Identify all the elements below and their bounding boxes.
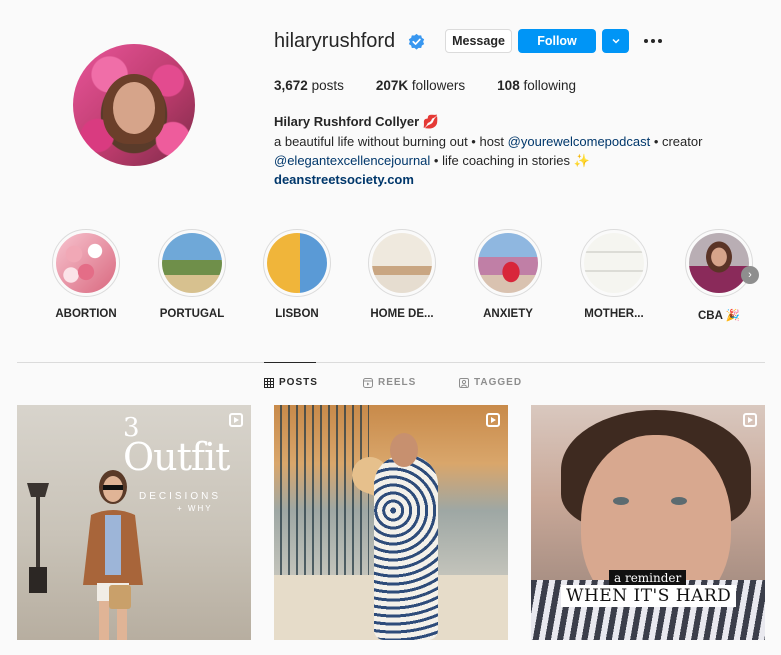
post-tile-reminder[interactable]: a reminder WHEN IT'S HARD <box>531 405 765 640</box>
reels-icon <box>363 377 373 388</box>
tab-reels[interactable]: REELS <box>363 377 416 388</box>
overlay-subtitle: DECISIONS <box>139 491 222 502</box>
profile-avatar[interactable] <box>73 44 195 166</box>
caption-top: a reminder <box>609 570 687 586</box>
follow-button[interactable]: Follow <box>518 29 596 53</box>
chevron-down-icon <box>611 38 620 44</box>
reel-icon <box>229 413 243 427</box>
highlight-label: HOME DE... <box>370 308 434 320</box>
highlight-portugal[interactable]: PORTUGAL <box>147 229 237 320</box>
posts-label: posts <box>311 78 344 93</box>
highlight-cover <box>162 233 222 293</box>
highlight-abortion[interactable]: ABORTION <box>41 229 131 320</box>
story-highlights: ABORTION PORTUGAL LISBON HOME DE... ANXI… <box>0 229 781 329</box>
avatar-face <box>113 82 155 134</box>
highlight-lisbon[interactable]: LISBON <box>252 229 342 320</box>
highlight-label: PORTUGAL <box>159 308 225 320</box>
bio-text: • creator <box>650 134 703 149</box>
highlight-label: MOTHER... <box>584 308 644 320</box>
overlay-title: Outfit <box>123 435 230 479</box>
reel-icon <box>743 413 757 427</box>
tab-posts[interactable]: POSTS <box>264 377 318 388</box>
bio-line-1: a beautiful life without burning out • h… <box>274 134 702 149</box>
highlight-label: LISBON <box>275 308 319 320</box>
website-link[interactable]: deanstreetsociety.com <box>274 172 414 187</box>
grid-icon <box>264 377 274 388</box>
profile-username: hilaryrushford <box>274 30 396 52</box>
verified-badge-icon <box>408 33 425 50</box>
profile-stats: 3,672 posts 207K followers 108 following <box>274 78 608 93</box>
journal-mention-link[interactable]: @elegantexcellencejournal <box>274 153 430 168</box>
highlight-cover <box>372 233 432 293</box>
highlight-cover <box>56 233 116 293</box>
tab-label: TAGGED <box>474 377 523 388</box>
active-tab-indicator <box>264 362 316 363</box>
post-tile-outfit-decisions[interactable]: 3 Outfit DECISIONS + WHY <box>17 405 251 640</box>
posts-count-stat: 3,672 posts <box>274 78 344 93</box>
profile-full-name: Hilary Rushford Collyer 💋 <box>274 114 439 129</box>
followers-count: 207K <box>375 78 409 93</box>
highlight-label: CBA 🎉 <box>697 310 740 322</box>
tab-label: POSTS <box>279 377 318 388</box>
tab-label: REELS <box>378 377 417 388</box>
bio-line-2: @elegantexcellencejournal • life coachin… <box>274 153 590 169</box>
post-tile-floral-dress[interactable] <box>274 405 508 640</box>
tagged-icon <box>459 377 469 388</box>
highlight-cover <box>689 233 749 293</box>
highlight-label: ANXIETY <box>483 308 533 320</box>
following-label: following <box>523 78 576 93</box>
bio-text: • life coaching in stories ✨ <box>430 153 590 168</box>
followers-stat[interactable]: 207K followers <box>376 78 465 93</box>
head-illustration <box>390 433 418 467</box>
highlight-home-decor[interactable]: HOME DE... <box>357 229 447 320</box>
dress-illustration <box>374 455 438 640</box>
eye-illustration <box>613 497 629 505</box>
lamp-illustration <box>25 483 51 593</box>
posts-count: 3,672 <box>274 78 308 93</box>
following-count: 108 <box>497 78 520 93</box>
tabs-divider <box>17 362 765 363</box>
eye-illustration <box>671 497 687 505</box>
caption-bottom: WHEN IT'S HARD <box>561 585 737 607</box>
followers-label: followers <box>411 78 466 93</box>
highlight-anxiety[interactable]: ANXIETY <box>463 229 553 320</box>
highlight-motherhood[interactable]: MOTHER... <box>569 229 659 320</box>
chevron-right-icon[interactable]: › <box>741 266 759 284</box>
highlight-cover <box>267 233 327 293</box>
overlay-subtitle-2: + WHY <box>177 504 213 513</box>
tab-tagged[interactable]: TAGGED <box>459 377 522 388</box>
podcast-mention-link[interactable]: @yourewelcomepodcast <box>508 134 651 149</box>
message-button[interactable]: Message <box>445 29 512 53</box>
following-stat[interactable]: 108 following <box>497 78 576 93</box>
highlight-label: ABORTION <box>55 308 117 320</box>
bio-text: a beautiful life without burning out • h… <box>274 134 508 149</box>
more-options-icon[interactable] <box>641 31 665 51</box>
reel-icon <box>486 413 500 427</box>
suggested-dropdown-button[interactable] <box>602 29 629 53</box>
highlight-cover <box>584 233 644 293</box>
highlight-cover <box>478 233 538 293</box>
